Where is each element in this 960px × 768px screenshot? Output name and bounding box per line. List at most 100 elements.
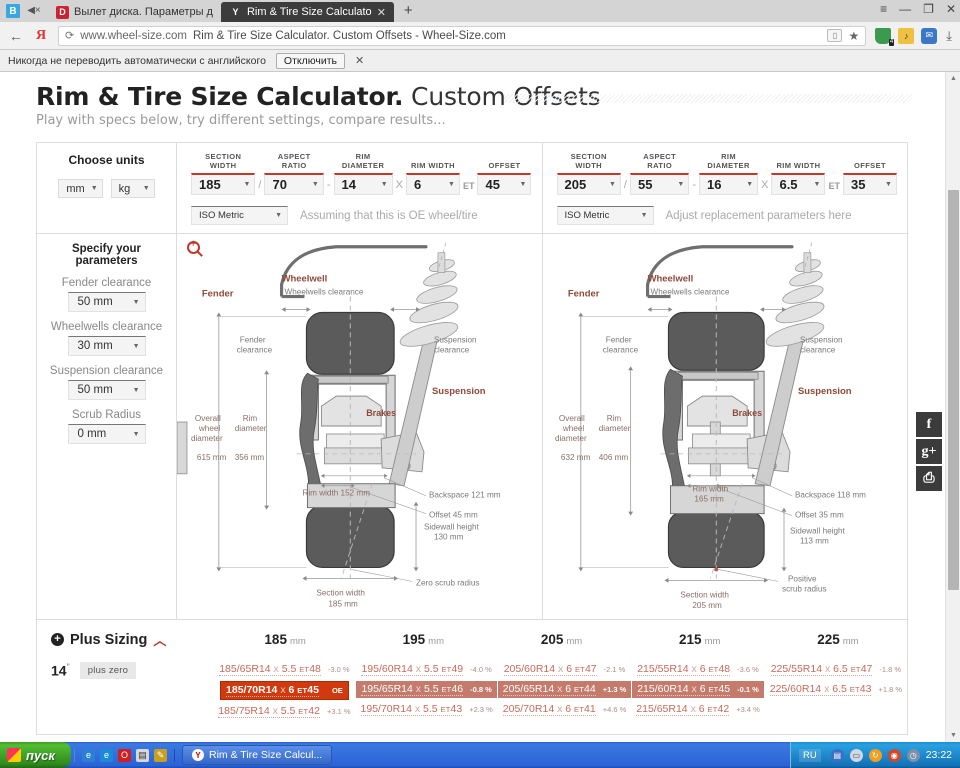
oe-aspect-ratio-select[interactable]: 70 ▼ bbox=[264, 173, 324, 195]
plus-sizing-title[interactable]: + Plus Sizing ︿ bbox=[51, 630, 216, 649]
list-item-selected[interactable]: 215/60R14 x 6 ET45 -0.1 % bbox=[632, 681, 764, 698]
suspension-clearance-select[interactable]: 50 mm ▼ bbox=[67, 380, 146, 400]
param-label: Fender clearance bbox=[61, 277, 152, 289]
antivirus-tray-icon[interactable]: ◉ bbox=[887, 748, 901, 762]
mute-icon[interactable]: ◀× bbox=[26, 4, 42, 18]
save-quick-icon[interactable]: ▤ bbox=[136, 748, 149, 762]
oe-rim-width-select[interactable]: 6 ▼ bbox=[405, 173, 460, 195]
rep-offset-select[interactable]: 35 ▼ bbox=[842, 173, 897, 195]
language-indicator[interactable]: RU bbox=[798, 748, 821, 762]
svg-text:Suspension: Suspension bbox=[797, 386, 851, 397]
list-item[interactable]: 215/55R14 x 6 ET48 -3.6 % bbox=[632, 661, 764, 678]
mail-extension-icon[interactable]: ✉ bbox=[921, 27, 938, 44]
list-item[interactable]: 195/60R14 x 5.5 ET49 -4.0 % bbox=[356, 661, 496, 678]
bookmark-star-icon[interactable]: ★ bbox=[848, 29, 859, 43]
weight-unit-select[interactable]: kg ▼ bbox=[110, 179, 155, 198]
oe-section-width-select[interactable]: 185 ▼ bbox=[191, 173, 256, 195]
list-item[interactable]: 205/60R14 x 6 ET47 -2.1 % bbox=[499, 661, 631, 678]
list-item-selected[interactable]: 195/65R14 x 5.5 ET46 -0.8 % bbox=[356, 681, 497, 698]
minimize-icon[interactable]: — bbox=[899, 2, 911, 16]
oe-offset-select[interactable]: 45 ▼ bbox=[477, 173, 532, 195]
taskbar-clock[interactable]: 23:22 bbox=[926, 749, 952, 761]
list-item-selected[interactable]: 205/65R14 x 6 ET44 +1.3 % bbox=[497, 681, 632, 698]
rep-aspect-ratio-select[interactable]: 55 ▼ bbox=[629, 173, 690, 195]
length-unit-select[interactable]: mm ▼ bbox=[58, 179, 103, 198]
list-item-oe[interactable]: 185/70R14 x 6 ET45 OE bbox=[220, 681, 349, 700]
list-item[interactable]: 195/70R14 x 5.5 ET43 +2.3 % bbox=[356, 701, 498, 718]
svg-text:205 mm: 205 mm bbox=[692, 601, 722, 610]
list-item[interactable]: 225/60R14 x 6.5 ET43 +1.8 % bbox=[765, 681, 907, 698]
tab-active[interactable]: Y Rim & Tire Size Calculato ✕ bbox=[220, 2, 394, 22]
chevron-down-icon: ▼ bbox=[746, 181, 754, 188]
spec-et: ET bbox=[297, 686, 308, 695]
chevron-up-icon[interactable]: ︿ bbox=[153, 630, 166, 649]
tab-label: Вылет диска. Параметры д bbox=[74, 6, 213, 18]
scroll-thumb[interactable] bbox=[948, 190, 959, 590]
clock-tray-icon[interactable]: ◷ bbox=[906, 748, 920, 762]
rep-rim-width-select[interactable]: 6.5 ▼ bbox=[771, 173, 826, 195]
notice-disable-button[interactable]: Отключить bbox=[275, 52, 345, 69]
rep-standard-select[interactable]: ISO Metric ▼ bbox=[556, 206, 654, 225]
chevron-down-icon: ▼ bbox=[885, 181, 892, 188]
browser-quick-icon[interactable]: e bbox=[82, 748, 95, 762]
opera-quick-icon[interactable]: O bbox=[118, 748, 131, 762]
spec-et: ET bbox=[298, 707, 309, 716]
rep-section-width-select[interactable]: 205 ▼ bbox=[556, 173, 621, 195]
tire-spec: 185/65R14 x 5.5 ET48 bbox=[219, 663, 321, 676]
page-content: Rim & Tire Size Calculator. Custom Offse… bbox=[0, 72, 944, 735]
yandex-logo-icon[interactable]: Я bbox=[33, 28, 49, 44]
list-item[interactable]: 205/70R14 x 6 ET41 +4.6 % bbox=[498, 701, 631, 718]
page-scrollbar[interactable]: ▲ ▼ bbox=[945, 72, 960, 742]
notes-extension-icon[interactable]: ♪ bbox=[898, 27, 915, 44]
oe-standard-select[interactable]: ISO Metric ▼ bbox=[191, 206, 288, 225]
adblock-badge: 4 bbox=[888, 38, 895, 46]
taskbar-button-label: Rim & Tire Size Calcul... bbox=[209, 749, 323, 761]
scrub-radius-select[interactable]: 0 mm ▼ bbox=[67, 424, 146, 444]
scroll-up-arrow-icon[interactable]: ▲ bbox=[950, 75, 957, 82]
spec-offset: 42 bbox=[308, 705, 320, 717]
windows-logo-icon bbox=[7, 748, 21, 762]
menu-icon[interactable]: ≡ bbox=[880, 2, 887, 16]
scroll-down-arrow-icon[interactable]: ▼ bbox=[950, 732, 957, 739]
reload-icon[interactable]: ⟳ bbox=[65, 29, 74, 42]
monitor-tray-icon[interactable]: ▭ bbox=[849, 748, 863, 762]
oe-rim-diameter-select[interactable]: 14 ▼ bbox=[333, 173, 393, 195]
adblock-shield-icon[interactable]: 4 bbox=[875, 27, 895, 46]
editor-quick-icon[interactable]: ✎ bbox=[154, 748, 167, 762]
notice-close-icon[interactable]: ✕ bbox=[355, 54, 364, 67]
maximize-icon[interactable]: ❐ bbox=[923, 2, 934, 16]
close-window-icon[interactable]: ✕ bbox=[946, 2, 956, 16]
value: ISO Metric bbox=[564, 210, 610, 221]
list-item[interactable]: 185/65R14 x 5.5 ET48 -3.0 % bbox=[214, 661, 354, 678]
list-item[interactable]: 215/65R14 x 6 ET42 +3.4 % bbox=[631, 701, 764, 718]
plus-zero-badge[interactable]: plus zero bbox=[79, 662, 137, 679]
diagram-row: Specify your parameters Fender clearance… bbox=[37, 233, 907, 619]
new-tab-button[interactable]: + bbox=[394, 2, 423, 22]
svg-text:Wheelwells clearance: Wheelwells clearance bbox=[285, 288, 364, 297]
rep-rim-diameter-field: RIM DIAMETER 16 ▼ bbox=[699, 152, 759, 195]
network-tray-icon[interactable]: ▤ bbox=[830, 748, 844, 762]
facebook-icon[interactable]: f bbox=[916, 412, 942, 437]
wheelwells-clearance-select[interactable]: 30 mm ▼ bbox=[67, 336, 146, 356]
fender-clearance-select[interactable]: 50 mm ▼ bbox=[67, 292, 146, 312]
reader-mode-icon[interactable]: ▯ bbox=[827, 29, 843, 42]
download-icon[interactable]: ⤓ bbox=[946, 28, 952, 44]
diff-percent: +3.4 % bbox=[736, 705, 760, 714]
ie-quick-icon[interactable]: e bbox=[100, 748, 113, 762]
svg-text:113 mm: 113 mm bbox=[799, 537, 828, 546]
google-plus-icon[interactable]: g+ bbox=[916, 439, 942, 464]
print-icon[interactable]: ⎙ bbox=[916, 466, 942, 491]
rep-rim-diameter-select[interactable]: 16 ▼ bbox=[699, 173, 759, 195]
width-value: 185 bbox=[264, 632, 287, 647]
close-icon[interactable]: ✕ bbox=[377, 6, 386, 19]
list-item[interactable]: 185/75R14 x 5.5 ET42 +3.1 % bbox=[213, 703, 355, 720]
taskbar-button-browser[interactable]: Y Rim & Tire Size Calcul... bbox=[182, 745, 333, 765]
oe-spec-block: SECTION WIDTH 185 ▼ / ASPECT RATIO 70 ▼ … bbox=[177, 143, 542, 233]
update-tray-icon[interactable]: ↻ bbox=[868, 748, 882, 762]
tab-inactive[interactable]: D Вылет диска. Параметры д bbox=[48, 2, 221, 22]
back-icon[interactable]: ← bbox=[8, 28, 24, 44]
address-field[interactable]: ⟳ www.wheel-size.com Rim & Tire Size Cal… bbox=[58, 25, 867, 46]
list-item[interactable]: 225/55R14 x 6.5 ET47 -1.8 % bbox=[766, 661, 906, 678]
svg-text:130 mm: 130 mm bbox=[434, 533, 464, 542]
start-button[interactable]: пуск bbox=[0, 742, 71, 768]
